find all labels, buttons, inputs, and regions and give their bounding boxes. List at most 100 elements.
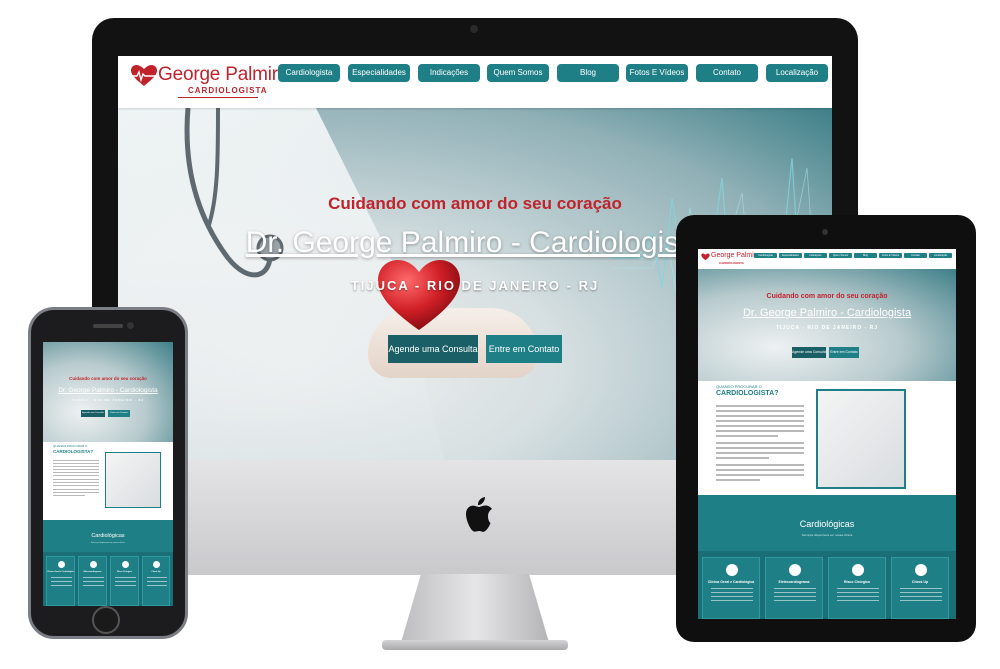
ipad-card-risco-text [837, 588, 879, 604]
iphone-card-checkup-text [147, 577, 167, 589]
nav-quem-somos[interactable]: Quem Somos [487, 64, 549, 82]
ipad-card-eletro-text [774, 588, 816, 604]
iphone-card-checkup-title: Check Up [151, 571, 161, 573]
ipad-card-clinica[interactable]: Clínica Geral e Cardiológica [702, 557, 760, 619]
ipad-book-appointment-button[interactable]: Agende uma Consulta [792, 347, 826, 358]
ipad-nav-fotos-videos[interactable]: Fotos E Vídeos [879, 253, 902, 258]
iphone-hero: Cuidando com amor do seu coração Dr. Geo… [43, 342, 173, 442]
iphone-card-eletro-text [83, 577, 104, 589]
iphone-camera [127, 322, 134, 329]
ipad-nav-indicacoes[interactable]: Indicações [804, 253, 827, 258]
iphone-about-text [53, 460, 99, 498]
nav-especialidades[interactable]: Especialidades [348, 64, 410, 82]
ipad-card-eletro[interactable]: Eletrocardiograma [765, 557, 823, 619]
ecg-icon [90, 561, 97, 568]
imac-stand-base [382, 640, 568, 650]
iphone-card-risco-title: Risco Cirúrgico [117, 571, 132, 573]
logo-underline [178, 97, 258, 98]
ipad-contact-button[interactable]: Entre em Contato [829, 347, 859, 358]
iphone-card-clinica[interactable]: Clínica Geral e Cardiológica [46, 556, 75, 606]
ipad-about-kicker: QUANDO PROCURAR O [716, 384, 762, 389]
ipad-card-checkup-title: Check Up [911, 580, 929, 584]
iphone-speaker [93, 324, 123, 328]
ipad-hero-kicker: Cuidando com amor do seu coração [766, 293, 888, 300]
ipad-frame: George Palmiro CARDIOLOGISTA Cardiologis… [676, 215, 976, 642]
shield-icon [852, 564, 864, 576]
ipad-services-cards: Clínica Geral e Cardiológica Eletrocardi… [698, 551, 956, 619]
iphone-about-kicker: QUANDO PROCURAR O [53, 444, 88, 448]
iphone-card-risco[interactable]: Risco Cirúrgico [110, 556, 139, 606]
iphone-services-subtitle: Serviços disponíveis em nossa clínica [91, 542, 125, 544]
ipad-card-risco[interactable]: Risco Cirúrgico [828, 557, 886, 619]
nav-fotos-videos[interactable]: Fotos E Vídeos [626, 64, 688, 82]
iphone-card-clinica-title: Clínica Geral e Cardiológica [47, 571, 74, 573]
iphone-contact-button[interactable]: Entre em Contato [108, 410, 130, 417]
ipad-nav-especialidades[interactable]: Especialidades [779, 253, 802, 258]
iphone-hero-location: TIJUCA - RIO DE JANEIRO - RJ [71, 398, 145, 402]
ipad-card-clinica-text [711, 588, 753, 604]
iphone-hero-kicker: Cuidando com amor do seu coração [69, 376, 147, 381]
iphone-services-cards: Clínica Geral e Cardiológica Eletrocardi… [43, 552, 173, 606]
clipboard-icon [153, 561, 160, 568]
ipad-card-eletro-title: Eletrocardiograma [778, 580, 810, 584]
ecg-icon [789, 564, 801, 576]
nav-contato[interactable]: Contato [696, 64, 758, 82]
ipad-logo-name[interactable]: George Palmiro [711, 252, 760, 259]
imac-camera [470, 25, 478, 33]
logo-subtitle: CARDIOLOGISTA [188, 86, 268, 95]
site-header: George Palmiro CARDIOLOGISTA Cardiologis… [118, 56, 832, 108]
iphone-card-risco-text [115, 577, 136, 589]
iphone-frame: Cuidando com amor do seu coração Dr. Geo… [28, 307, 188, 639]
iphone-about-photo [105, 452, 161, 508]
ipad-camera [822, 229, 828, 235]
iphone-hero-title: Dr. George Palmiro - Cardiologista [58, 387, 158, 394]
hero-kicker: Cuidando com amor do seu coração [328, 194, 622, 213]
nav-cardiologista[interactable]: Cardiologista [278, 64, 340, 82]
iphone-card-checkup[interactable]: Check Up [142, 556, 170, 606]
iphone-services-band: Cardiológicas Serviços disponíveis em no… [43, 520, 173, 552]
ipad-nav-contato[interactable]: Contato [904, 253, 927, 258]
ipad-nav-cardiologista[interactable]: Cardiologista [754, 253, 777, 258]
iphone-home-button[interactable] [92, 606, 120, 634]
ipad-card-risco-title: Risco Cirúrgico [843, 580, 871, 584]
contact-button[interactable]: Entre em Contato [486, 335, 562, 363]
iphone-about-title: CARDIOLOGISTA? [53, 449, 94, 454]
ipad-nav-localizacao[interactable]: Localização [929, 253, 952, 258]
shield-icon [122, 561, 129, 568]
ipad-site-header: George Palmiro CARDIOLOGISTA Cardiologis… [698, 249, 956, 269]
ipad-services-subtitle: Serviços disponíveis em nossa clínica [801, 533, 853, 537]
iphone-services-title: Cardiológicas [91, 533, 125, 539]
iphone-card-eletro[interactable]: Eletrocardiograma [78, 556, 107, 606]
clipboard-icon [915, 564, 927, 576]
nav-indicacoes[interactable]: Indicações [418, 64, 480, 82]
nav-localizacao[interactable]: Localização [766, 64, 828, 82]
ipad-about-photo [816, 389, 906, 489]
ipad-screen: George Palmiro CARDIOLOGISTA Cardiologis… [698, 249, 956, 619]
ipad-about-title: CARDIOLOGISTA? [716, 390, 779, 397]
main-nav: Cardiologista Especialidades Indicações … [278, 64, 828, 82]
iphone-card-eletro-title: Eletrocardiograma [83, 571, 102, 573]
ipad-services-band: Cardiológicas Serviços disponíveis em no… [698, 495, 956, 551]
ipad-card-checkup[interactable]: Check Up [891, 557, 949, 619]
ipad-hero: Cuidando com amor do seu coração Dr. Geo… [698, 269, 956, 381]
heart-icon [726, 564, 738, 576]
apple-logo-icon [466, 497, 492, 532]
nav-blog[interactable]: Blog [557, 64, 619, 82]
logo-name[interactable]: George Palmiro [158, 64, 288, 86]
logo-heart-icon [130, 65, 158, 86]
imac-stand [400, 574, 550, 646]
iphone-book-appointment-button[interactable]: Agende uma Consulta [81, 410, 105, 417]
book-appointment-button[interactable]: Agende uma Consulta [388, 335, 478, 363]
ipad-nav-blog[interactable]: Blog [854, 253, 877, 258]
ipad-about-text [716, 405, 804, 484]
ipad-nav-quem-somos[interactable]: Quem Somos [829, 253, 852, 258]
iphone-card-clinica-text [51, 577, 72, 589]
ipad-nav: Cardiologista Especialidades Indicações … [754, 253, 954, 259]
ipad-card-clinica-title: Clínica Geral e Cardiológica [707, 580, 755, 584]
iphone-screen: Cuidando com amor do seu coração Dr. Geo… [43, 342, 173, 606]
ipad-logo-heart-icon [701, 253, 710, 261]
ipad-hero-title: Dr. George Palmiro - Cardiologista [742, 307, 912, 319]
heart-model-icon [378, 260, 460, 330]
ipad-services-title: Cardiológicas [799, 519, 855, 529]
ipad-hero-location: TIJUCA - RIO DE JANEIRO - RJ [776, 325, 878, 331]
